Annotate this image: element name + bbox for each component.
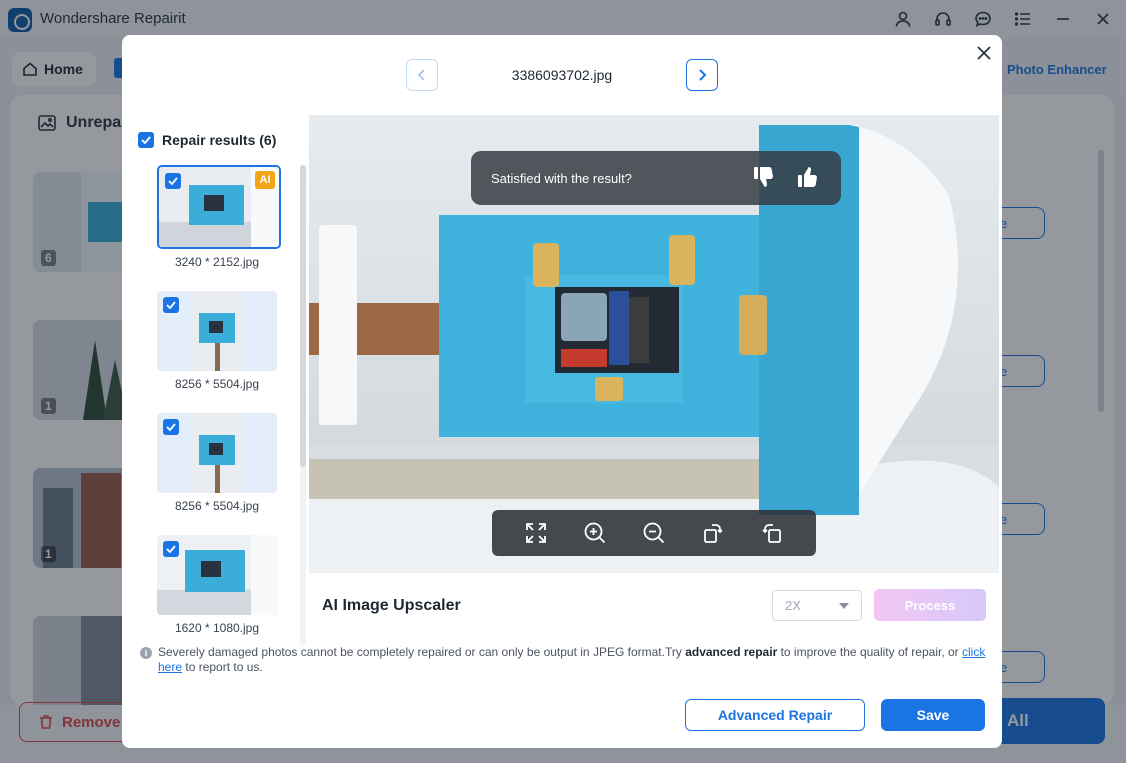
rotate-left-icon[interactable]: [699, 519, 727, 547]
result-label: 8256 * 5504.jpg: [174, 499, 260, 513]
previous-image-button[interactable]: [406, 59, 438, 91]
image-preview[interactable]: Satisfied with the result?: [309, 115, 999, 573]
feedback-prompt: Satisfied with the result?: [471, 151, 841, 205]
result-thumbnail[interactable]: AI: [157, 165, 281, 249]
select-all-checkbox[interactable]: [138, 132, 154, 148]
result-checkbox[interactable]: [163, 419, 179, 435]
note-text-part: to improve the quality of repair, or: [777, 645, 962, 659]
fit-screen-icon[interactable]: [522, 519, 550, 547]
result-label: 8256 * 5504.jpg: [174, 377, 260, 391]
repair-results-header[interactable]: Repair results (6): [138, 132, 276, 148]
note-text-part: Severely damaged photos cannot be comple…: [158, 645, 686, 659]
result-thumbnail[interactable]: [157, 535, 277, 615]
result-checkbox[interactable]: [163, 297, 179, 313]
upscale-factor-value: 2X: [785, 598, 801, 613]
next-image-button[interactable]: [686, 59, 718, 91]
zoom-out-icon[interactable]: [640, 519, 668, 547]
dialog-close-button[interactable]: [972, 41, 996, 65]
ai-image-upscaler-title: AI Image Upscaler: [322, 597, 461, 614]
advanced-repair-emphasis: advanced repair: [685, 645, 778, 659]
result-label: 1620 * 1080.jpg: [174, 621, 260, 635]
thumbs-up-icon[interactable]: [797, 165, 819, 194]
save-button[interactable]: Save: [881, 699, 985, 731]
ai-badge: AI: [255, 171, 275, 189]
repair-results-dialog: 3386093702.jpg Repair results (6) AI 324…: [122, 35, 1002, 748]
chevron-down-icon: [839, 603, 849, 609]
repair-results-label: Repair results (6): [162, 132, 277, 148]
rotate-right-icon[interactable]: [758, 519, 786, 547]
thumbs-down-icon[interactable]: [753, 165, 775, 194]
result-item[interactable]: 8256 * 5504.jpg: [157, 413, 281, 513]
zoom-in-icon[interactable]: [581, 519, 609, 547]
note-text-part: to report to us.: [182, 660, 263, 674]
info-icon: i: [140, 647, 152, 659]
result-item[interactable]: AI 3240 * 2152.jpg: [157, 165, 281, 269]
feedback-text: Satisfied with the result?: [491, 170, 632, 186]
viewer-toolbar: [492, 510, 816, 556]
result-item[interactable]: 1620 * 1080.jpg: [157, 535, 281, 635]
process-button[interactable]: Process: [874, 589, 986, 621]
results-scrollbar[interactable]: [300, 165, 306, 467]
current-file-name: 3386093702.jpg: [511, 67, 613, 83]
info-note-text: Severely damaged photos cannot be comple…: [158, 645, 990, 675]
result-item[interactable]: 8256 * 5504.jpg: [157, 291, 281, 391]
result-thumbnail[interactable]: [157, 413, 277, 493]
result-checkbox[interactable]: [163, 541, 179, 557]
result-checkbox[interactable]: [165, 173, 181, 189]
close-icon: [977, 46, 991, 60]
result-label: 3240 * 2152.jpg: [174, 255, 260, 269]
advanced-repair-button[interactable]: Advanced Repair: [685, 699, 865, 731]
upscale-factor-select[interactable]: 2X: [772, 590, 862, 621]
repair-info-note: i Severely damaged photos cannot be comp…: [140, 645, 990, 675]
result-thumbnail[interactable]: [157, 291, 277, 371]
chevron-right-icon: [699, 69, 707, 81]
chevron-left-icon: [417, 69, 425, 81]
feedback-icons: [753, 165, 819, 194]
